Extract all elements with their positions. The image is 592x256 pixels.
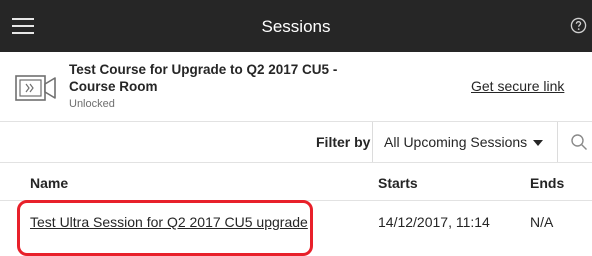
filter-selected-value: All Upcoming Sessions <box>384 134 528 150</box>
column-header-ends[interactable]: Ends <box>530 175 564 191</box>
course-status: Unlocked <box>69 98 115 110</box>
course-title: Test Course for Upgrade to Q2 2017 CU5 -… <box>69 62 338 94</box>
caret-down-icon <box>533 140 543 146</box>
get-secure-link[interactable]: Get secure link <box>471 78 564 94</box>
session-filter-select[interactable]: All Upcoming Sessions <box>372 122 558 162</box>
divider <box>0 162 592 163</box>
column-header-starts[interactable]: Starts <box>378 175 418 191</box>
top-bar: Sessions <box>0 0 592 52</box>
page-title: Sessions <box>261 17 331 36</box>
help-circle-icon[interactable] <box>570 17 587 34</box>
filter-label: Filter by <box>316 134 371 150</box>
highlight-outline <box>17 200 313 256</box>
video-camera-icon <box>15 75 56 101</box>
session-end: N/A <box>530 214 554 230</box>
search-icon[interactable] <box>570 133 588 151</box>
column-header-name[interactable]: Name <box>30 175 68 191</box>
session-start: 14/12/2017, 11:14 <box>378 214 490 230</box>
